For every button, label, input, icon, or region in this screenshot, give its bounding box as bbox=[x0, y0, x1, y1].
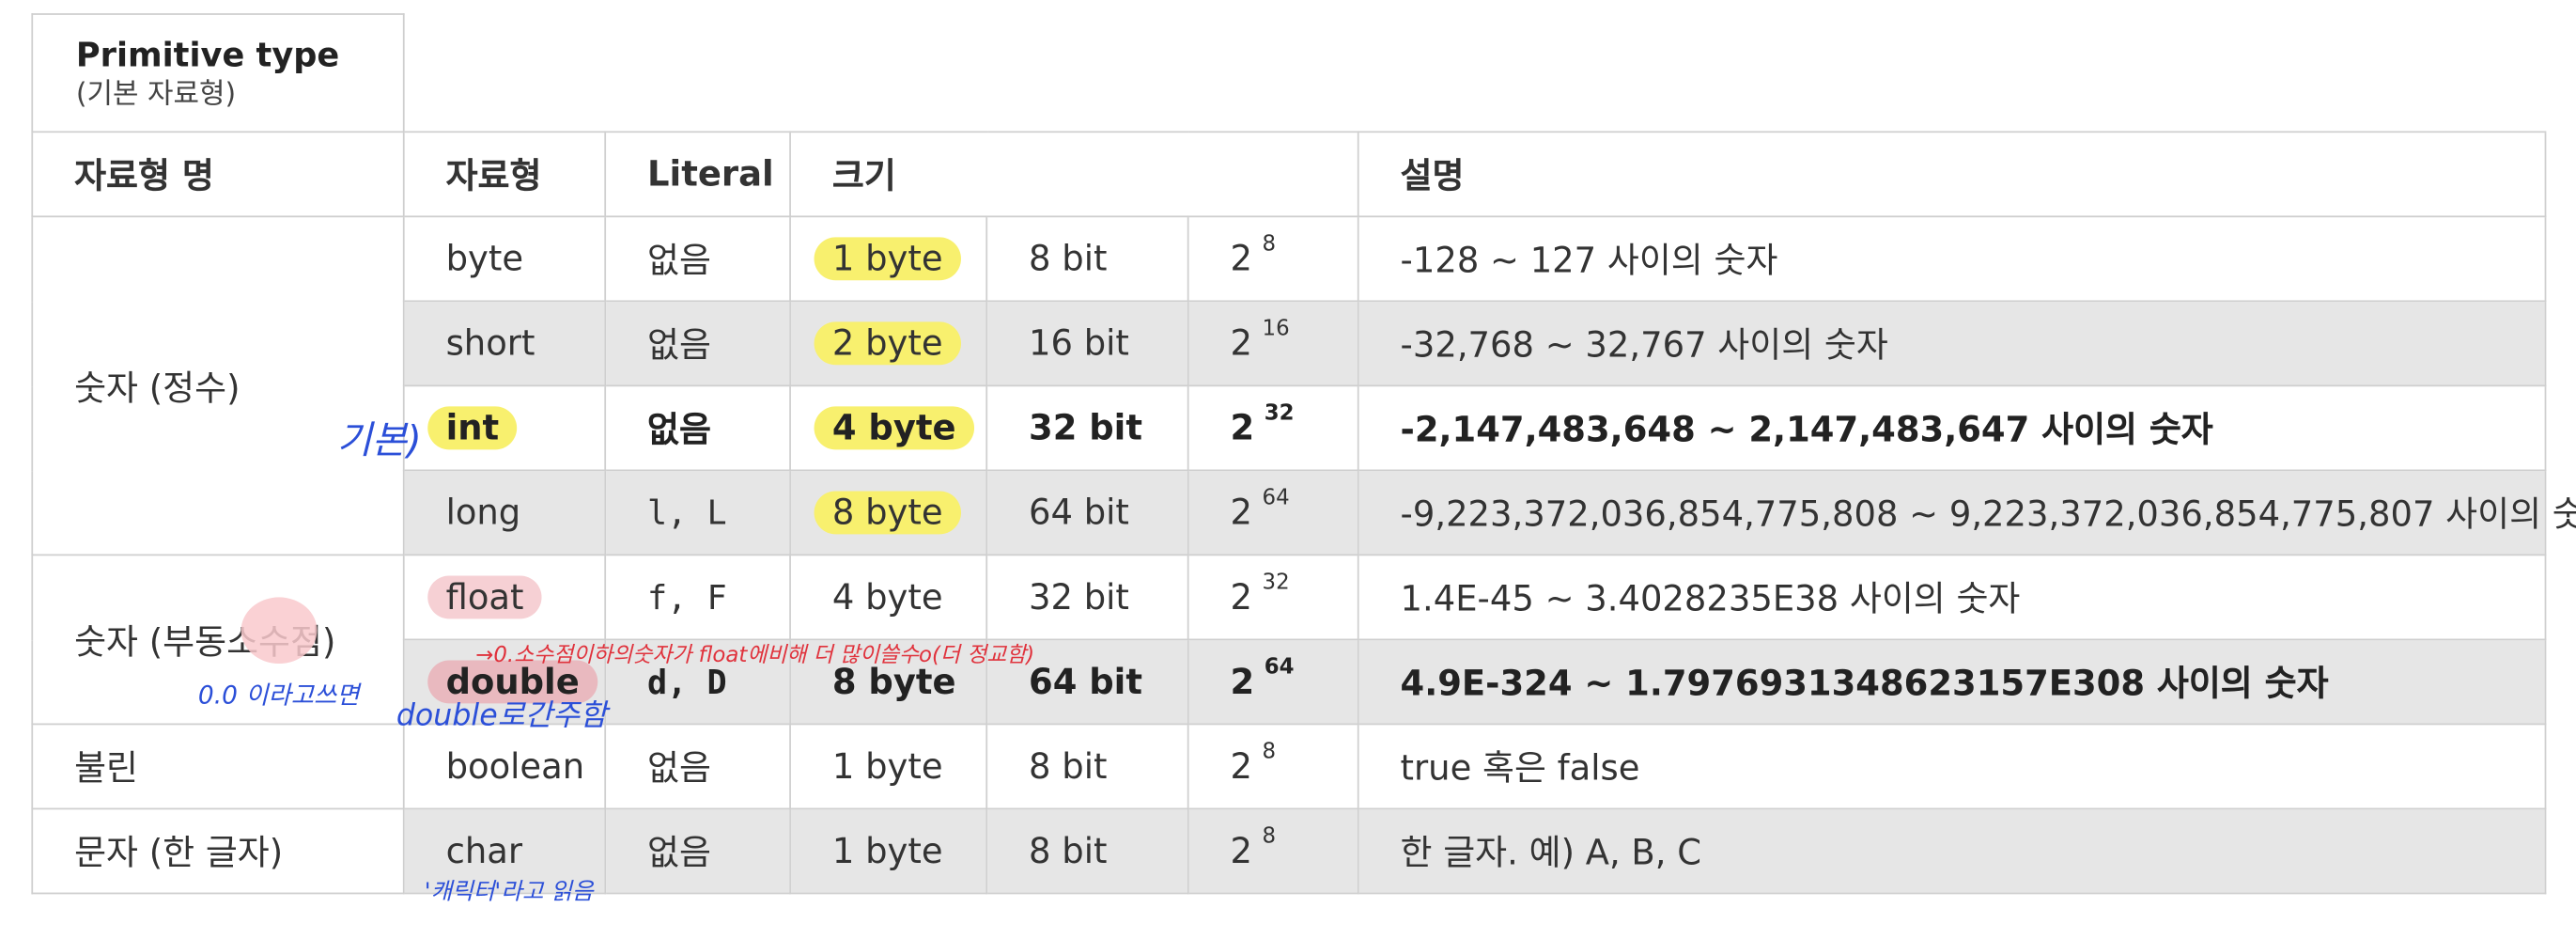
type-cell: boolean bbox=[402, 723, 607, 810]
table-row: 문자 (한 글자) char 없음 1 byte 8 bit 28 한 글자. … bbox=[31, 807, 2547, 895]
bits-cell: 8 bit bbox=[985, 215, 1189, 303]
literal-cell: 없음 bbox=[604, 215, 791, 303]
highlight: int bbox=[427, 406, 518, 450]
desc-cell: -2,147,483,648 ~ 2,147,483,647 사이의 숫자 bbox=[1357, 384, 2547, 472]
bytes-cell: 4 byte bbox=[789, 554, 988, 641]
literal-cell: l, L bbox=[604, 469, 791, 556]
literal-cell: f, F bbox=[604, 554, 791, 641]
literal-cell: 없음 bbox=[604, 384, 791, 472]
range-cell: 2 64 bbox=[1187, 469, 1359, 556]
literal-cell: 없음 bbox=[604, 807, 791, 895]
table-row: 불린 boolean 없음 1 byte 8 bit 28 true 혹은 fa… bbox=[31, 723, 2547, 810]
type-cell: int bbox=[402, 384, 607, 472]
col-header-desc: 설명 bbox=[1357, 131, 2547, 218]
literal-cell: 없음 bbox=[604, 300, 791, 387]
desc-cell: -128 ~ 127 사이의 숫자 bbox=[1357, 215, 2547, 303]
highlight-blob bbox=[241, 597, 318, 664]
bits-cell: 16 bit bbox=[985, 300, 1189, 387]
bits-cell: 32 bit bbox=[985, 384, 1189, 472]
range-cell: 2 64 bbox=[1187, 638, 1359, 726]
bits-cell: 64 bit bbox=[985, 469, 1189, 556]
bytes-cell: 1 byte bbox=[789, 215, 988, 303]
highlight: 4 byte bbox=[814, 406, 974, 450]
desc-cell: true 혹은 false bbox=[1357, 723, 2547, 810]
table-title: Primitive type bbox=[75, 35, 340, 75]
range-cell: 28 bbox=[1187, 807, 1359, 895]
group-label-integer: 숫자 (정수) bbox=[31, 215, 405, 556]
desc-cell: 한 글자. 예) A, B, C bbox=[1357, 807, 2547, 895]
range-cell: 2 32 bbox=[1187, 554, 1359, 641]
desc-cell: 1.4E-45 ~ 3.4028235E38 사이의 숫자 bbox=[1357, 554, 2547, 641]
table-subtitle: (기본 자료형) bbox=[75, 77, 237, 112]
bytes-cell: 1 byte bbox=[789, 807, 988, 895]
col-header-literal: Literal bbox=[604, 131, 791, 218]
group-label-boolean: 불린 bbox=[31, 723, 405, 810]
bits-cell: 8 bit bbox=[985, 723, 1189, 810]
range-cell: 2 32 bbox=[1187, 384, 1359, 472]
col-header-type: 자료형 bbox=[402, 131, 607, 218]
highlight: 1 byte bbox=[814, 237, 961, 281]
col-header-size: 크기 bbox=[789, 131, 1359, 218]
bytes-cell: 8 byte bbox=[789, 469, 988, 556]
type-cell: short bbox=[402, 300, 607, 387]
table-row: 숫자 (정수) byte 없음 1 byte 8 bit 28 -128 ~ 1… bbox=[31, 215, 2547, 556]
type-cell: float bbox=[402, 554, 607, 641]
table-title-box: Primitive type (기본 자료형) bbox=[31, 13, 405, 133]
highlight: 8 byte bbox=[814, 491, 961, 535]
handwritten-note-zero: 0.0 이라고쓰면 bbox=[197, 680, 360, 711]
highlight: 2 byte bbox=[814, 321, 961, 366]
bits-cell: 8 bit bbox=[985, 807, 1189, 895]
bytes-cell: 2 byte bbox=[789, 300, 988, 387]
table-row: 숫자 (부동소수점) float f, F 4 byte 32 bit 2 32 … bbox=[31, 554, 2547, 726]
range-cell: 28 bbox=[1187, 723, 1359, 810]
handwritten-note-char: '캐릭터'라고 읽음 bbox=[424, 879, 594, 906]
bytes-cell: 4 byte bbox=[789, 384, 988, 472]
group-label-char: 문자 (한 글자) bbox=[31, 807, 405, 895]
table-row: short 없음 2 byte 16 bit 2 16 -32,768 ~ 32,… bbox=[32, 300, 2547, 387]
type-cell: long bbox=[402, 469, 607, 556]
header-row: 자료형 명 자료형 Literal 크기 설명 bbox=[31, 131, 2547, 218]
desc-cell: -32,768 ~ 32,767 사이의 숫자 bbox=[1357, 300, 2547, 387]
table-row: long l, L 8 byte 64 bit 2 64 -9,223,372,0… bbox=[32, 469, 2576, 556]
range-cell: 28 bbox=[1187, 215, 1359, 303]
bits-cell: 32 bit bbox=[985, 554, 1189, 641]
bytes-cell: 1 byte bbox=[789, 723, 988, 810]
literal-cell: 없음 bbox=[604, 723, 791, 810]
handwritten-note-double: double로간주함 bbox=[396, 698, 608, 734]
desc-cell: 4.9E-324 ~ 1.7976931348623157E308 사이의 숫자 bbox=[1357, 638, 2547, 726]
highlight: float bbox=[427, 575, 542, 619]
handwritten-note-double-red: →0.소수점이하의숫자가 float에비해 더 많이쓸수o(더 정교함) bbox=[475, 643, 1035, 669]
col-header-category: 자료형 명 bbox=[31, 131, 405, 218]
handwritten-note-int: 기본) bbox=[336, 419, 422, 463]
range-cell: 2 16 bbox=[1187, 300, 1359, 387]
type-cell: byte bbox=[402, 215, 607, 303]
desc-cell: -9,223,372,036,854,775,808 ~ 9,223,372,0… bbox=[1357, 469, 2576, 556]
